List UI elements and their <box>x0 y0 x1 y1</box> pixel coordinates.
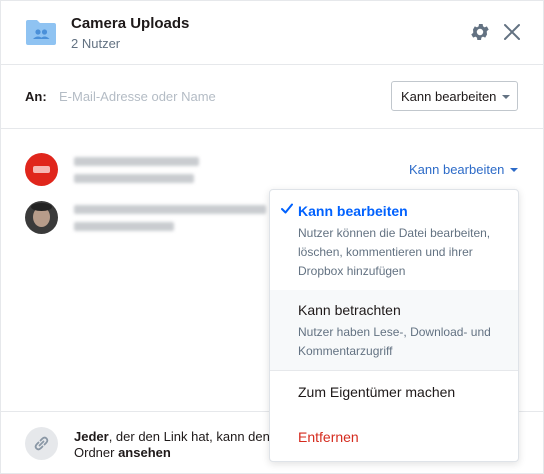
menu-item-remove[interactable]: Entfernen <box>270 415 518 461</box>
dialog-header: Camera Uploads 2 Nutzer <box>1 1 544 65</box>
chevron-down-icon <box>502 95 510 99</box>
permission-menu: Kann bearbeiten Nutzer können die Datei … <box>269 189 519 462</box>
chevron-down-icon <box>510 168 519 172</box>
member-count: 2 Nutzer <box>71 36 121 51</box>
folder-title: Camera Uploads <box>71 15 190 32</box>
menu-item-title: Zum Eigentümer machen <box>298 384 456 400</box>
menu-item-description: Nutzer können die Datei bearbeiten, lösc… <box>298 226 491 278</box>
menu-item-title: Kann bearbeiten <box>298 203 408 219</box>
gear-icon[interactable] <box>469 21 491 43</box>
menu-item-title: Entfernen <box>298 429 359 445</box>
menu-item-description: Nutzer haben Lese-, Download- und Kommen… <box>298 325 491 358</box>
member-permission-dropdown[interactable]: Kann bearbeiten <box>409 162 519 177</box>
link-permission-text[interactable]: Jeder, der den Link hat, kann den Ordner… <box>74 429 274 461</box>
member-email-redacted <box>74 222 174 231</box>
share-dialog: Camera Uploads 2 Nutzer An: Kann bearbei… <box>0 0 544 474</box>
menu-item-title: Kann betrachten <box>298 302 401 318</box>
member-name-redacted <box>74 157 199 166</box>
menu-item-can-edit[interactable]: Kann bearbeiten Nutzer können die Datei … <box>270 190 518 290</box>
link-icon[interactable] <box>25 427 58 460</box>
email-input[interactable] <box>55 83 375 109</box>
invite-permission-select[interactable]: Kann bearbeiten <box>391 81 518 111</box>
member-name-redacted <box>74 205 266 214</box>
avatar <box>25 153 58 186</box>
menu-item-can-view[interactable]: Kann betrachten Nutzer haben Lese-, Down… <box>270 290 518 370</box>
invite-row: An: Kann bearbeiten <box>1 65 544 129</box>
checkmark-icon <box>281 203 293 214</box>
avatar <box>25 201 58 234</box>
member-row: Kann bearbeiten <box>1 153 544 193</box>
member-permission-label: Kann bearbeiten <box>409 162 505 177</box>
menu-item-make-owner[interactable]: Zum Eigentümer machen <box>270 371 518 415</box>
to-label: An: <box>25 89 47 104</box>
shared-folder-icon <box>26 20 56 45</box>
member-email-redacted <box>74 174 194 183</box>
invite-permission-label: Kann bearbeiten <box>401 89 497 104</box>
close-icon[interactable] <box>502 22 522 42</box>
